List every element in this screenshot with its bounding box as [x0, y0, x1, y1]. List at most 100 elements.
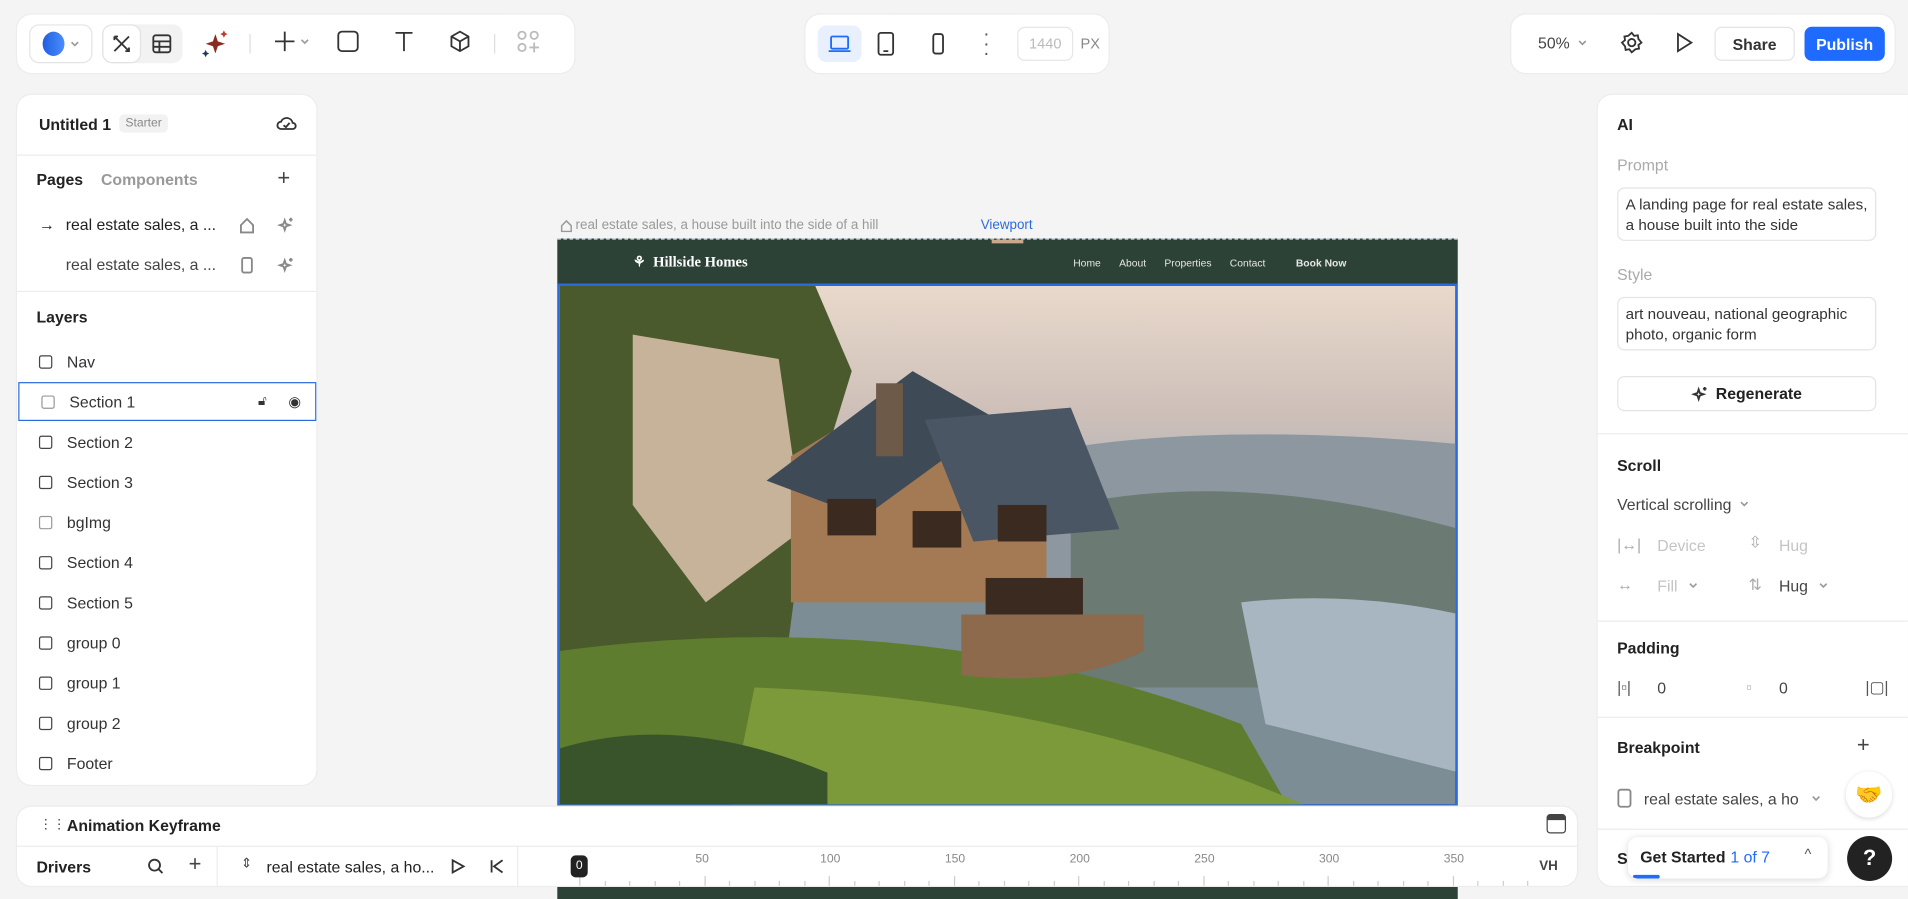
site-brand[interactable]: ⚘ Hillside Homes	[633, 253, 748, 271]
add-breakpoint-button[interactable]: +	[1857, 733, 1870, 759]
layer-label: Footer	[66, 753, 113, 773]
share-button[interactable]: Share	[1714, 26, 1795, 61]
zoom-select[interactable]: 50%	[1538, 34, 1588, 52]
padding-horizontal-icon: |▫|	[1617, 677, 1631, 697]
zoom-value: 50%	[1538, 34, 1570, 53]
layer-item[interactable]: bgImg	[17, 503, 316, 542]
driver-select[interactable]: real estate sales, a ho...	[266, 858, 434, 876]
layers-heading: Layers	[36, 307, 88, 327]
page-item[interactable]: → real estate sales, a ...	[39, 215, 307, 234]
table-button[interactable]	[144, 26, 181, 63]
desktop-button[interactable]	[817, 25, 862, 63]
play-icon[interactable]	[449, 858, 466, 875]
site-frame[interactable]: ⚘ Hillside Homes Home About Properties C…	[557, 238, 1458, 899]
fill-select[interactable]: Fill	[1657, 577, 1698, 595]
tab-pages[interactable]: Pages	[37, 170, 84, 188]
prompt-input[interactable]: A landing page for real estate sales, a …	[1617, 187, 1877, 241]
cloud-sync-button[interactable]	[276, 114, 297, 131]
site-nav-about[interactable]: About	[1119, 257, 1146, 269]
text-tool[interactable]	[392, 29, 416, 53]
ruler-tick	[1452, 876, 1454, 886]
playhead[interactable]: 0	[570, 855, 588, 878]
ruler-tick	[1177, 880, 1180, 886]
layer-item[interactable]: group 2	[17, 703, 316, 742]
tab-components[interactable]: Components	[101, 170, 198, 188]
ai-sparkle-icon[interactable]	[277, 217, 294, 234]
eye-icon[interactable]: ◉	[288, 393, 301, 410]
logo-menu-button[interactable]	[29, 24, 93, 64]
help-button[interactable]: ?	[1847, 835, 1893, 881]
layer-item[interactable]: Section 2	[17, 422, 316, 461]
frame-icon	[38, 555, 53, 569]
padding-vertical-icon: ▫	[1746, 677, 1752, 697]
add-element-button[interactable]	[273, 29, 311, 53]
layer-item[interactable]: group 0	[17, 623, 316, 662]
more-icon[interactable]: · · ·	[983, 25, 989, 64]
layer-item[interactable]: Section 5	[17, 583, 316, 622]
ai-sparkle-icon[interactable]	[277, 257, 294, 274]
breakpoint-select[interactable]: real estate sales, a ho	[1617, 788, 1822, 808]
site-book-now[interactable]: Book Now	[1296, 257, 1347, 269]
chevron-up-icon[interactable]: ^	[1805, 846, 1812, 863]
project-title[interactable]: Untitled 1	[39, 116, 111, 134]
settings-button[interactable]	[1620, 30, 1644, 54]
add-driver-button[interactable]: +	[189, 852, 202, 878]
ai-sparkle-icon	[201, 30, 228, 58]
ruler-tick	[1502, 880, 1504, 886]
regenerate-button[interactable]: Regenerate	[1617, 375, 1877, 412]
tablet-button[interactable]	[876, 31, 895, 56]
page-label: real estate sales, a ...	[65, 255, 217, 274]
hero-image[interactable]	[557, 283, 1458, 807]
ai-button[interactable]	[197, 26, 234, 63]
publish-button[interactable]: Publish	[1804, 26, 1885, 61]
layer-item[interactable]: Nav	[17, 342, 316, 381]
rectangle-tool[interactable]	[336, 29, 360, 53]
ruler-tick	[1028, 880, 1030, 886]
handshake-icon: 🤝	[1855, 781, 1883, 807]
preview-button[interactable]	[1672, 30, 1696, 54]
gear-icon	[1620, 31, 1643, 54]
partner-button[interactable]: 🤝	[1845, 771, 1893, 818]
layer-item[interactable]: Section 3	[17, 462, 316, 501]
skip-back-icon[interactable]	[488, 858, 505, 875]
unlock-icon[interactable]: 🔓︎	[258, 394, 267, 410]
components-add-button[interactable]	[516, 29, 540, 53]
layer-item[interactable]: Footer	[17, 743, 316, 782]
design-tools-button[interactable]	[103, 25, 140, 63]
style-input[interactable]: art nouveau, national geographic photo, …	[1617, 296, 1877, 351]
site-nav-home[interactable]: Home	[1073, 257, 1101, 269]
frame-icon	[38, 354, 53, 369]
3d-tool[interactable]	[448, 29, 472, 53]
hug-select[interactable]: Hug	[1779, 577, 1829, 595]
width-input[interactable]: 1440	[1017, 26, 1074, 61]
scroll-mode-select[interactable]: Vertical scrolling	[1617, 495, 1750, 513]
padding-individual-icon[interactable]: |▢|	[1865, 678, 1888, 697]
page-label: real estate sales, a ...	[65, 215, 217, 234]
frame-icon	[38, 595, 53, 610]
ruler-tick	[1302, 880, 1304, 886]
get-started-popup[interactable]: Get Started 1 of 7 ^	[1628, 837, 1828, 879]
page-item[interactable]: real estate sales, a ...	[39, 256, 307, 274]
chevron-down-icon	[1578, 40, 1587, 46]
cube-icon	[450, 30, 470, 53]
unit-select[interactable]: VH	[1539, 859, 1558, 874]
timeline-ruler[interactable]: 50 100 150 200 250 300 350	[518, 847, 1529, 886]
drag-handle-icon[interactable]: ⋮⋮	[39, 816, 66, 833]
sort-icon[interactable]: ⇕	[241, 855, 252, 872]
padding-vertical-input[interactable]: 0	[1779, 679, 1788, 697]
image-icon	[41, 394, 55, 409]
collapse-timeline-icon[interactable]	[1546, 814, 1567, 834]
frame-icon	[38, 716, 53, 730]
chevron-down-icon	[1819, 583, 1828, 589]
padding-horizontal-input[interactable]: 0	[1657, 679, 1666, 697]
site-nav-contact[interactable]: Contact	[1230, 257, 1266, 269]
viewport-label[interactable]: Viewport	[981, 218, 1033, 233]
chevron-down-icon	[70, 41, 79, 47]
search-icon[interactable]	[147, 858, 164, 875]
layer-item[interactable]: Section 4	[17, 543, 316, 582]
add-page-button[interactable]: +	[277, 165, 290, 191]
layer-item[interactable]: Section 1 🔓︎ ◉	[18, 382, 317, 422]
site-nav-properties[interactable]: Properties	[1164, 257, 1211, 269]
mobile-button[interactable]	[930, 32, 947, 56]
layer-item[interactable]: group 1	[17, 663, 316, 702]
